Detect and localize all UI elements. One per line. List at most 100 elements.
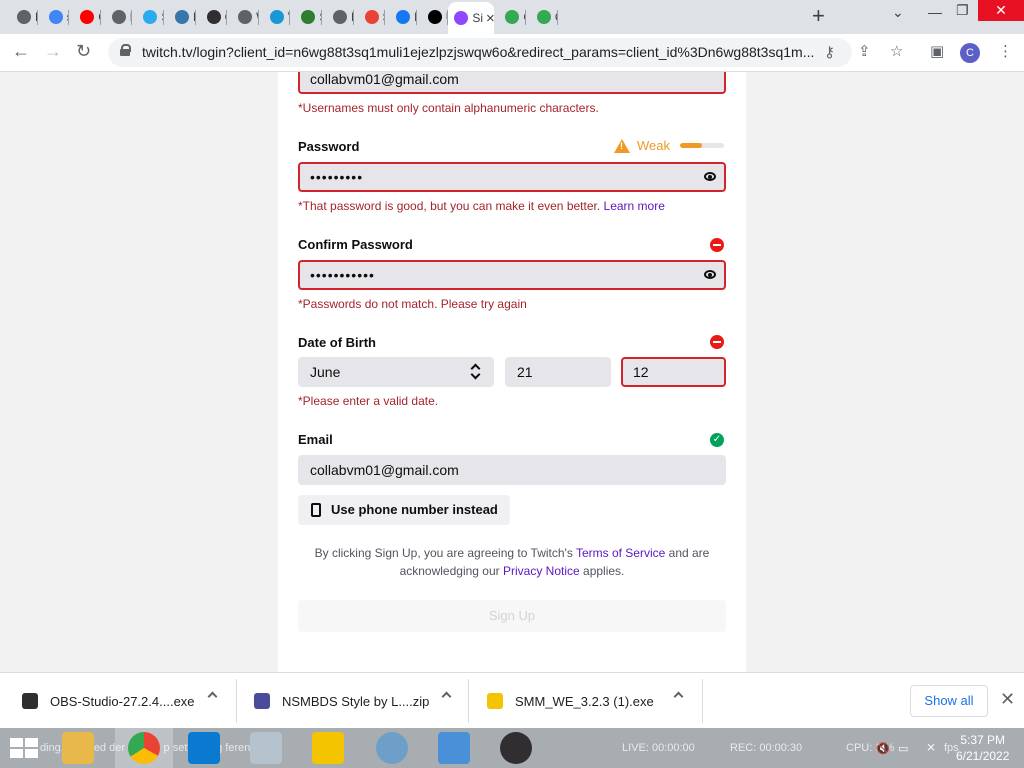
tab-item[interactable]: C	[69, 2, 101, 32]
performance-monitor-icon[interactable]	[250, 732, 282, 764]
download-filename: NSMBDS Style by L....zip	[282, 693, 430, 709]
tab-item[interactable]: U	[417, 2, 448, 32]
download-options-chevron-icon[interactable]	[441, 691, 452, 702]
confirm-password-input[interactable]: •••••••••••	[298, 260, 726, 290]
show-all-button[interactable]: Show all	[910, 685, 988, 717]
tab-item[interactable]: S	[354, 2, 385, 32]
email-input[interactable]: collabvm01@gmail.com	[298, 455, 726, 485]
tab-strip: DsCNSDCWVSNSFUSi×CC + ⌄ — ❐ ✕	[0, 0, 1024, 34]
password-input[interactable]: •••••••••	[298, 162, 726, 192]
download-item[interactable]: SMM_WE_3.2.3 (1).exe	[487, 673, 654, 729]
lock-icon[interactable]	[120, 44, 131, 56]
side-panel-icon[interactable]: ▣	[930, 42, 944, 60]
key-icon[interactable]: ⚷	[824, 43, 835, 61]
notification-icon[interactable]: ⨯	[926, 740, 936, 754]
tab-item[interactable]: S	[290, 2, 322, 32]
obs-live-status: LIVE: 00:00:00	[622, 742, 695, 754]
use-phone-button[interactable]: Use phone number instead	[298, 495, 510, 525]
tab-label: Si	[472, 11, 483, 25]
url-text[interactable]: twitch.tv/login?client_id=n6wg88t3sq1mul…	[142, 44, 822, 60]
share-icon[interactable]: ⇪	[858, 42, 871, 60]
dob-error: *Please enter a valid date.	[298, 394, 439, 408]
tab-item[interactable]: D	[164, 2, 196, 32]
windows-taskbar: ding... loaded der t down p setti using …	[0, 728, 1024, 768]
telegram-icon	[143, 10, 158, 24]
volume-muted-icon[interactable]: 🔇	[876, 742, 890, 755]
google-icon	[48, 10, 63, 24]
tab-item[interactable]: C	[526, 2, 558, 32]
tab-item[interactable]: W	[227, 2, 259, 32]
terms-of-service-link[interactable]: Terms of Service	[576, 546, 665, 560]
download-item[interactable]: OBS-Studio-27.2.4....exe	[22, 673, 195, 729]
page-viewport: collabvm01@gmail.com *Usernames must onl…	[0, 72, 1024, 672]
zip-file-icon	[254, 693, 270, 709]
download-options-chevron-icon[interactable]	[673, 691, 684, 702]
username-input[interactable]: collabvm01@gmail.com	[298, 72, 726, 94]
download-shelf: OBS-Studio-27.2.4....exe NSMBDS Style by…	[0, 672, 1024, 728]
tab-item[interactable]: F	[385, 2, 417, 32]
address-bar[interactable]: twitch.tv/login?client_id=n6wg88t3sq1mul…	[108, 38, 852, 67]
learn-more-link[interactable]: Learn more	[604, 199, 665, 213]
strength-bar-fill	[680, 143, 702, 148]
tab-item[interactable]: N	[322, 2, 354, 32]
taskbar-clock[interactable]: 5:37 PM 6/21/2022	[956, 732, 1009, 764]
close-tab-icon[interactable]: ×	[486, 10, 494, 27]
dob-day-input[interactable]: 21	[505, 357, 611, 387]
tab-item[interactable]: s	[38, 2, 69, 32]
brightness-icon[interactable]	[438, 732, 470, 764]
confirm-password-error: *Passwords do not match. Please try agai…	[298, 297, 527, 311]
facebook-icon	[396, 10, 411, 24]
tab-item[interactable]: N	[101, 2, 132, 32]
tab-item[interactable]: C	[494, 2, 526, 32]
smm-icon[interactable]	[312, 732, 344, 764]
download-filename: OBS-Studio-27.2.4....exe	[50, 693, 195, 709]
download-filename: SMM_WE_3.2.3 (1).exe	[515, 693, 654, 709]
twitch-icon	[454, 11, 469, 25]
show-password-eye-icon[interactable]	[704, 172, 716, 181]
restore-button[interactable]: ❐	[956, 2, 969, 19]
warning-icon	[614, 138, 630, 153]
bookmark-star-icon[interactable]: ☆	[890, 42, 903, 60]
chrome-icon[interactable]	[128, 732, 160, 764]
show-confirm-password-eye-icon[interactable]	[704, 270, 716, 279]
menu-kebab-icon[interactable]: ⋮	[998, 42, 1013, 60]
clock-time: 5:37 PM	[960, 733, 1006, 747]
signup-button[interactable]: Sign Up	[298, 600, 726, 632]
new-tab-button[interactable]: +	[812, 5, 825, 27]
dob-year-input[interactable]: 12	[621, 357, 726, 387]
dob-month-select[interactable]: June	[298, 357, 494, 387]
tab-item[interactable]: V	[259, 2, 290, 32]
profile-avatar[interactable]: C	[960, 43, 980, 63]
reload-icon[interactable]: ↻	[76, 41, 91, 62]
obs-icon[interactable]	[500, 732, 532, 764]
tab-active[interactable]: Si ×	[448, 2, 495, 34]
phone-icon	[311, 503, 321, 517]
tab-search-icon[interactable]: ⌄	[892, 4, 904, 21]
close-shelf-icon[interactable]: ✕	[1000, 689, 1015, 710]
youtube-icon	[80, 10, 95, 24]
vscode-icon[interactable]	[188, 732, 220, 764]
python-icon	[174, 10, 189, 24]
privacy-notice-link[interactable]: Privacy Notice	[503, 564, 580, 578]
use-phone-label: Use phone number instead	[331, 502, 498, 517]
download-options-chevron-icon[interactable]	[207, 691, 218, 702]
back-icon[interactable]: ←	[12, 41, 30, 62]
close-window-button[interactable]: ✕	[978, 0, 1024, 21]
file-explorer-icon[interactable]	[62, 732, 94, 764]
tab-list: DsCNSDCWVSNSFUSi×CC	[6, 2, 558, 34]
globe-icon	[238, 10, 253, 24]
windows-start-icon[interactable]	[10, 738, 38, 758]
tab-item[interactable]: D	[6, 2, 38, 32]
password-strength-text: Weak	[637, 138, 670, 153]
terms-text-3: applies.	[583, 564, 625, 578]
tab-item[interactable]: C	[196, 2, 227, 32]
terms-text-1: By clicking Sign Up, you are agreeing to…	[314, 546, 573, 560]
network-icon[interactable]: ▭	[898, 742, 908, 755]
tab-item[interactable]: S	[132, 2, 164, 32]
forward-icon[interactable]: →	[44, 41, 62, 62]
minimize-button[interactable]: —	[928, 4, 942, 20]
tl-app-icon[interactable]	[376, 732, 408, 764]
download-item[interactable]: NSMBDS Style by L....zip	[254, 673, 429, 729]
select-arrows-icon	[472, 364, 480, 378]
dob-month-value: June	[310, 364, 341, 380]
